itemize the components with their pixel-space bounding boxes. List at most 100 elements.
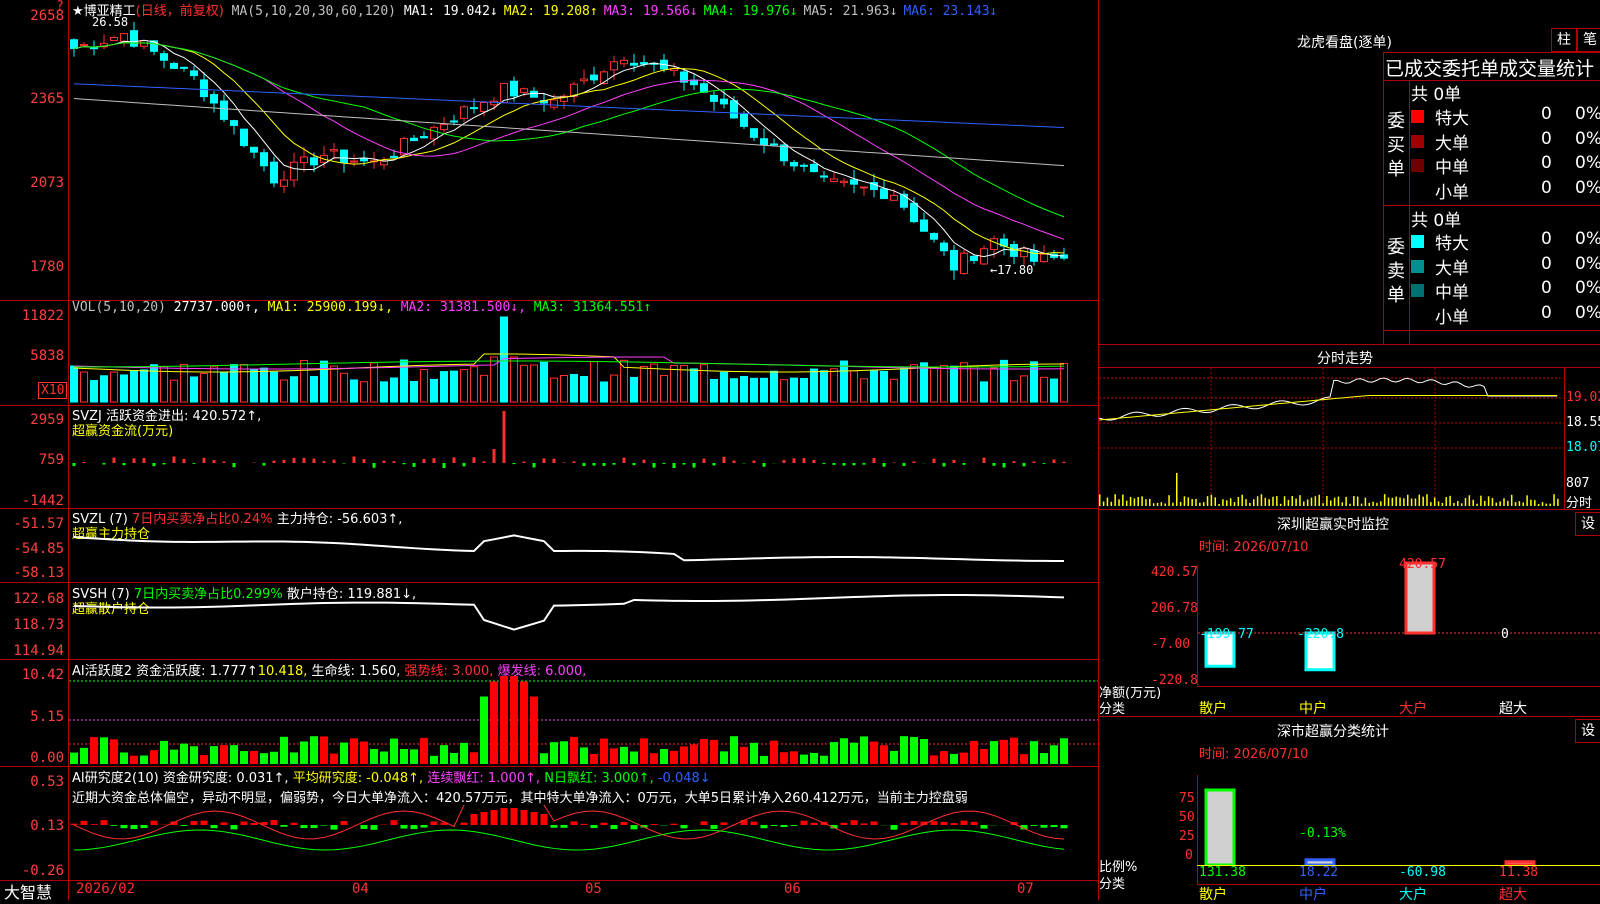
main-holding-chart[interactable]: [69, 509, 1098, 581]
volume-bar: [441, 372, 448, 402]
active-bar: [440, 745, 448, 764]
holding-line: [74, 595, 1064, 630]
order-type: 大单: [1435, 254, 1469, 279]
szm-value: 420.57: [1399, 557, 1446, 572]
divider: [1099, 509, 1600, 510]
candle: [881, 189, 888, 199]
intraday-vol-bar: [1249, 503, 1251, 506]
volume-bar: [651, 364, 658, 402]
active-bar: [290, 752, 298, 764]
money-flow-chart[interactable]: [69, 406, 1098, 507]
intraday-vol-bar: [1395, 497, 1397, 506]
active-bar: [940, 751, 948, 764]
candle: [311, 158, 318, 165]
flow-bar: [763, 463, 766, 467]
x-tick: 07: [1017, 881, 1034, 897]
candle: [801, 165, 808, 166]
active-bar: [1000, 740, 1008, 764]
candle: [921, 220, 928, 231]
active-bar: [790, 751, 798, 764]
sz-monitor-settings-button[interactable]: 设: [1575, 512, 1600, 536]
candle: [181, 67, 188, 68]
active-bar: [600, 739, 608, 764]
order-type: 中单: [1435, 153, 1469, 178]
candle: [591, 75, 598, 80]
ai-research-chart[interactable]: [69, 805, 1098, 879]
bar-mode-button[interactable]: 柱: [1551, 28, 1577, 52]
candlestick-chart[interactable]: [69, 16, 1098, 300]
intraday-vol-bar: [1215, 497, 1217, 506]
flow-bar: [1033, 461, 1036, 463]
intraday-vol-bar: [1519, 501, 1521, 506]
intraday-vol-bar: [1434, 498, 1436, 506]
sz-class-chart[interactable]: [1198, 775, 1600, 865]
intraday-chart[interactable]: [1099, 368, 1564, 508]
sz-monitor-chart[interactable]: [1198, 553, 1600, 688]
active-bar: [130, 756, 138, 764]
research-bar: [791, 825, 798, 826]
research-bar: [751, 822, 758, 825]
volume-bar: [111, 372, 118, 402]
research-bar: [981, 825, 988, 829]
retail-holding-chart[interactable]: [69, 584, 1098, 658]
research-bar: [71, 824, 78, 825]
flow-bar: [1013, 461, 1016, 463]
ai-avg: 平均研究度: -0.048↑,: [293, 771, 423, 786]
intraday-vol-bar: [1492, 498, 1494, 506]
research-bar: [631, 825, 638, 829]
szc-cat-label: 大户: [1399, 884, 1427, 904]
intraday-vol-bar: [1315, 496, 1317, 506]
research-bar: [121, 825, 128, 828]
intraday-vol-bar: [1292, 496, 1294, 506]
intraday-vol-bar: [1218, 504, 1220, 506]
candle: [841, 181, 848, 182]
order-row: 大单00%: [1411, 254, 1600, 279]
candle: [121, 34, 128, 42]
szm-axis-label: 分类: [1099, 698, 1125, 717]
intraday-vol-bar: [1184, 496, 1186, 506]
volume-bar: [571, 374, 578, 402]
intraday-vol-bar: [1523, 502, 1525, 506]
axis-line: [1564, 367, 1565, 509]
research-bar: [301, 825, 308, 828]
ai-active-chart[interactable]: [69, 676, 1098, 765]
intraday-vol-bar: [1469, 495, 1471, 506]
order-row: 中单00%: [1411, 278, 1600, 303]
volume-bar: [261, 368, 268, 402]
flow-bar: [443, 463, 446, 468]
intraday-vol-bar: [1388, 497, 1390, 506]
flow-bar: [233, 463, 236, 467]
active-bar: [820, 756, 828, 764]
research-bar: [701, 821, 708, 825]
intraday-title: 分时走势: [1317, 348, 1373, 368]
volume-chart[interactable]: [69, 316, 1098, 404]
flow-bar: [213, 460, 216, 463]
research-bar: [681, 825, 688, 828]
flow-bar: [403, 463, 406, 464]
research-bar: [511, 808, 518, 825]
volume-bar: [1051, 379, 1058, 402]
volume-bar: [151, 365, 158, 402]
intraday-vol-bar: [1526, 495, 1528, 506]
order-pct: 0%: [1575, 104, 1600, 124]
volume-bar: [781, 380, 788, 402]
tick-mode-button[interactable]: 笔: [1577, 28, 1600, 52]
sz-class-settings-button[interactable]: 设: [1575, 719, 1600, 743]
active-bar: [830, 742, 838, 764]
intraday-vol-bar: [1195, 499, 1197, 506]
volume-bar: [171, 380, 178, 402]
y-tick: 0.13: [2, 818, 64, 834]
chart-area[interactable]: ★博亚精工(日线，前复权) MA(5,10,20,30,60,120) MA1:…: [0, 0, 1099, 900]
intraday-vol-bar: [1161, 502, 1163, 506]
order-pct: 0%: [1575, 278, 1600, 298]
research-bar: [141, 825, 148, 828]
intraday-vol-bar: [1430, 502, 1432, 506]
active-bar: [430, 756, 438, 764]
volume-bar: [671, 365, 678, 402]
candle: [281, 180, 288, 186]
active-bar: [120, 752, 128, 764]
vol-ma2: MA2: 31381.500↓,: [401, 300, 526, 315]
intraday-vol-bar: [1172, 503, 1174, 506]
szm-cat-label: 大户: [1399, 698, 1427, 718]
candle: [791, 162, 798, 165]
